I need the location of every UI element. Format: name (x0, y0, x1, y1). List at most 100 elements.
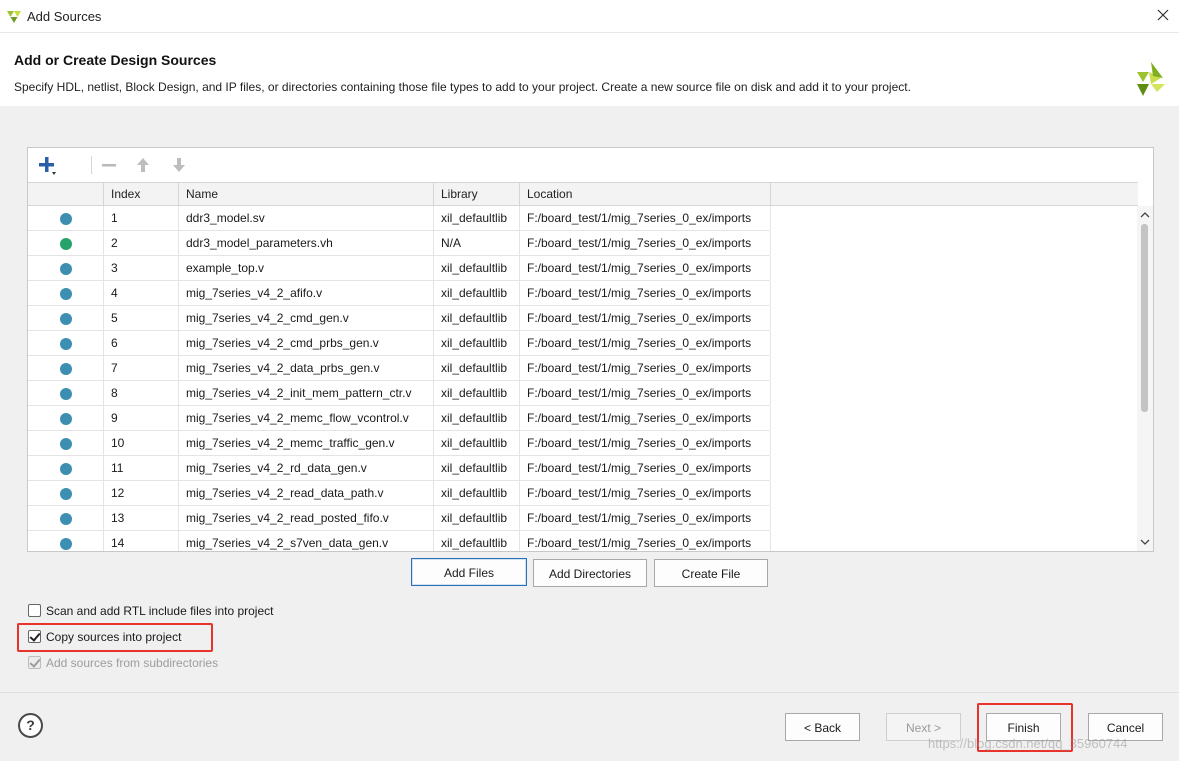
cell-status (28, 356, 104, 380)
cell-status (28, 256, 104, 280)
scan-rtl-label: Scan and add RTL include files into proj… (46, 604, 274, 618)
cell-status (28, 531, 104, 551)
add-source-button[interactable] (36, 154, 58, 176)
column-library[interactable]: Library (434, 183, 520, 206)
cell-name: example_top.v (179, 256, 434, 280)
cell-name: mig_7series_v4_2_s7ven_data_gen.v (179, 531, 434, 551)
cell-index: 9 (104, 406, 179, 430)
help-button[interactable]: ? (18, 713, 43, 738)
cell-library: xil_defaultlib (434, 206, 520, 230)
sources-table-panel: Index Name Library Location 1 ddr3_model.… (27, 147, 1154, 552)
vertical-scrollbar[interactable] (1137, 206, 1153, 551)
cell-library: xil_defaultlib (434, 406, 520, 430)
cell-library: xil_defaultlib (434, 531, 520, 551)
cell-status (28, 406, 104, 430)
scroll-up-icon[interactable] (1139, 209, 1151, 221)
column-index[interactable]: Index (104, 183, 179, 206)
status-dot-icon (60, 463, 72, 475)
status-dot-icon (60, 363, 72, 375)
table-row[interactable]: 11 mig_7series_v4_2_rd_data_gen.v xil_defa… (28, 456, 771, 481)
page-description: Specify HDL, netlist, Block Design, and … (14, 80, 911, 94)
cell-location: F:/board_test/1/mig_7series_0_ex/imports (520, 381, 771, 405)
toolbar-separator (91, 156, 92, 174)
vivado-logo-icon (7, 11, 21, 23)
status-dot-icon (60, 438, 72, 450)
cell-name: ddr3_model_parameters.vh (179, 231, 434, 255)
vivado-brand-icon (1137, 62, 1165, 96)
remove-source-button[interactable] (98, 154, 120, 176)
create-file-label: Create File (681, 567, 741, 581)
status-dot-icon (60, 513, 72, 525)
table-row[interactable]: 3 example_top.v xil_defaultlib F:/board_tes… (28, 256, 771, 281)
cell-status (28, 381, 104, 405)
copy-sources-checkbox[interactable] (28, 630, 41, 643)
add-files-button[interactable]: Add Files (411, 558, 527, 586)
cell-index: 14 (104, 531, 179, 551)
scan-rtl-checkbox[interactable] (28, 604, 41, 617)
cell-index: 3 (104, 256, 179, 280)
cell-location: F:/board_test/1/mig_7series_0_ex/imports (520, 531, 771, 551)
table-row[interactable]: 10 mig_7series_v4_2_memc_traffic_gen.v xil… (28, 431, 771, 456)
cell-name: mig_7series_v4_2_init_mem_pattern_ctr.v (179, 381, 434, 405)
cell-library: xil_defaultlib (434, 506, 520, 530)
close-icon[interactable] (1153, 5, 1173, 25)
table-row[interactable]: 5 mig_7series_v4_2_cmd_gen.v xil_defaultli… (28, 306, 771, 331)
cell-library: xil_defaultlib (434, 431, 520, 455)
cell-library: xil_defaultlib (434, 456, 520, 480)
table-row[interactable]: 14 mig_7series_v4_2_s7ven_data_gen.v xil_d… (28, 531, 771, 551)
add-directories-button[interactable]: Add Directories (533, 559, 647, 587)
table-toolbar (28, 148, 1153, 182)
cell-location: F:/board_test/1/mig_7series_0_ex/imports (520, 331, 771, 355)
create-file-button[interactable]: Create File (654, 559, 768, 587)
table-row[interactable]: 13 mig_7series_v4_2_read_posted_fifo.v xil… (28, 506, 771, 531)
dialog-header: Add or Create Design Sources Specify HDL… (0, 34, 1179, 106)
cell-location: F:/board_test/1/mig_7series_0_ex/imports (520, 256, 771, 280)
cell-library: xil_defaultlib (434, 256, 520, 280)
copy-sources-label: Copy sources into project (46, 630, 182, 644)
cell-name: mig_7series_v4_2_rd_data_gen.v (179, 456, 434, 480)
cell-library: xil_defaultlib (434, 331, 520, 355)
cell-library: xil_defaultlib (434, 306, 520, 330)
column-name[interactable]: Name (179, 183, 434, 206)
table-row[interactable]: 8 mig_7series_v4_2_init_mem_pattern_ctr.v… (28, 381, 771, 406)
move-up-button[interactable] (132, 154, 154, 176)
status-dot-icon (60, 288, 72, 300)
scroll-down-icon[interactable] (1139, 536, 1151, 548)
cell-name: mig_7series_v4_2_memc_flow_vcontrol.v (179, 406, 434, 430)
cell-name: mig_7series_v4_2_cmd_gen.v (179, 306, 434, 330)
table-row[interactable]: 4 mig_7series_v4_2_afifo.v xil_defaultlib F… (28, 281, 771, 306)
move-down-button[interactable] (168, 154, 190, 176)
page-title: Add or Create Design Sources (14, 52, 217, 68)
finish-label: Finish (1007, 721, 1040, 735)
cell-status (28, 431, 104, 455)
table-row[interactable]: 9 mig_7series_v4_2_memc_flow_vcontrol.v xi… (28, 406, 771, 431)
cell-location: F:/board_test/1/mig_7series_0_ex/imports (520, 456, 771, 480)
cell-index: 8 (104, 381, 179, 405)
table-row[interactable]: 1 ddr3_model.sv xil_defaultlib F:/board_tes… (28, 206, 771, 231)
table-row[interactable]: 12 mig_7series_v4_2_read_data_path.v xil_d… (28, 481, 771, 506)
back-button[interactable]: < Back (785, 713, 860, 741)
cell-status (28, 306, 104, 330)
column-status[interactable] (28, 183, 104, 206)
add-subdirs-checkbox (28, 656, 41, 669)
cell-library: xil_defaultlib (434, 281, 520, 305)
cell-location: F:/board_test/1/mig_7series_0_ex/imports (520, 506, 771, 530)
table-row[interactable]: 2 ddr3_model_parameters.vh N/A F:/board_tes… (28, 231, 771, 256)
cell-index: 11 (104, 456, 179, 480)
column-location[interactable]: Location (520, 183, 771, 206)
cell-index: 7 (104, 356, 179, 380)
cell-name: mig_7series_v4_2_read_posted_fifo.v (179, 506, 434, 530)
status-dot-icon (60, 538, 72, 550)
cancel-label: Cancel (1106, 721, 1145, 735)
cell-status (28, 506, 104, 530)
table-row[interactable]: 7 mig_7series_v4_2_data_prbs_gen.v xil_def… (28, 356, 771, 381)
cell-index: 4 (104, 281, 179, 305)
cell-library: xil_defaultlib (434, 481, 520, 505)
table-row[interactable]: 6 mig_7series_v4_2_cmd_prbs_gen.v xil_defa… (28, 331, 771, 356)
cell-location: F:/board_test/1/mig_7series_0_ex/imports (520, 406, 771, 430)
minus-icon (102, 164, 116, 167)
status-dot-icon (60, 263, 72, 275)
window-title: Add Sources (27, 9, 102, 24)
scrollbar-thumb[interactable] (1141, 224, 1148, 412)
title-bar: Add Sources (0, 0, 1179, 33)
